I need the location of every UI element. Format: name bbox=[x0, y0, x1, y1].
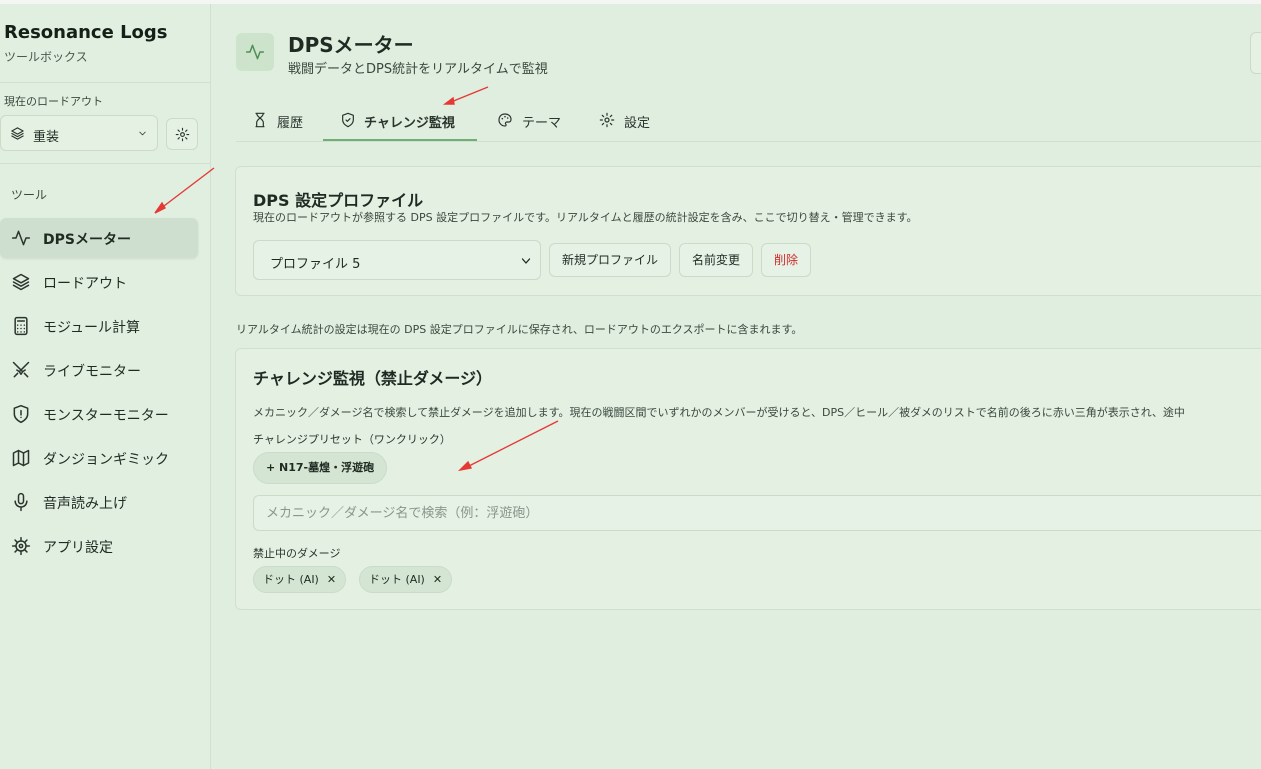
header-action-button[interactable] bbox=[1250, 32, 1261, 74]
sidebar-item-label: DPSメーター bbox=[43, 232, 131, 248]
sidebar-item-label: モンスターモニター bbox=[43, 408, 169, 424]
dps-profile-card: DPS 設定プロファイル 現在のロードアウトが参照する DPS 設定プロファイル… bbox=[235, 166, 1261, 296]
tab-history[interactable]: 履歴 bbox=[252, 101, 312, 141]
rename-profile-button[interactable]: 名前変更 bbox=[679, 243, 753, 277]
banned-damage-tag: ドット (AI) ✕ bbox=[253, 566, 347, 593]
tab-label: 設定 bbox=[624, 116, 651, 131]
page-subtitle: 戦闘データとDPS統計をリアルタイムで監視 bbox=[288, 62, 548, 77]
gear-icon bbox=[175, 127, 190, 142]
page-icon bbox=[236, 33, 274, 71]
preset-chip[interactable]: + N17-墓煌・浮遊砲 bbox=[253, 452, 388, 484]
cog-icon bbox=[11, 536, 31, 556]
sidebar-item-live-monitor[interactable]: ライブモニター bbox=[0, 350, 198, 390]
loadout-select[interactable]: 重装 bbox=[0, 115, 158, 151]
sidebar-item-label: 音声読み上げ bbox=[43, 496, 127, 512]
card-title: DPS 設定プロファイル bbox=[253, 191, 424, 210]
sidebar-item-label: ロードアウト bbox=[43, 276, 127, 292]
layers-icon bbox=[12, 273, 30, 291]
layers-icon bbox=[11, 127, 24, 140]
sidebar-divider bbox=[0, 163, 210, 164]
banned-damage-label: 禁止中のダメージ bbox=[253, 547, 341, 560]
banned-damage-tag: ドット (AI) ✕ bbox=[359, 566, 453, 593]
delete-profile-button[interactable]: 削除 bbox=[761, 243, 811, 277]
activity-icon bbox=[245, 44, 265, 60]
tools-section-label: ツール bbox=[11, 188, 48, 202]
hourglass-icon bbox=[255, 112, 265, 128]
tab-theme[interactable]: テーマ bbox=[497, 101, 577, 141]
calculator-icon bbox=[14, 316, 28, 336]
shield-check-icon bbox=[342, 112, 354, 128]
loadout-label: 現在のロードアウト bbox=[4, 95, 103, 108]
sidebar-item-label: ライブモニター bbox=[43, 364, 141, 380]
page-title: DPSメーター bbox=[288, 33, 414, 57]
sidebar-item-loadout[interactable]: ロードアウト bbox=[0, 262, 198, 302]
tab-label: チャレンジ監視 bbox=[364, 116, 455, 131]
sidebar-item-dps-meter[interactable]: DPSメーター bbox=[0, 218, 198, 258]
remove-tag-icon[interactable]: ✕ bbox=[327, 573, 336, 586]
banned-damage-tag-label: ドット (AI) bbox=[369, 573, 425, 586]
mic-icon bbox=[14, 492, 28, 512]
profile-select[interactable]: プロファイル 5 bbox=[253, 240, 541, 280]
new-profile-button[interactable]: 新規プロファイル bbox=[549, 243, 671, 277]
profile-note: リアルタイム統計の設定は現在の DPS 設定プロファイルに保存され、ロードアウト… bbox=[236, 323, 803, 336]
sidebar-divider bbox=[0, 82, 210, 83]
card-title: チャレンジ監視（禁止ダメージ） bbox=[253, 369, 493, 388]
sidebar-item-app-settings[interactable]: アプリ設定 bbox=[0, 526, 198, 566]
app-subtitle: ツールボックス bbox=[4, 50, 88, 64]
chevron-down-icon bbox=[139, 131, 146, 136]
loadout-select-value: 重装 bbox=[33, 130, 60, 145]
sidebar-item-voice-readout[interactable]: 音声読み上げ bbox=[0, 482, 198, 522]
tab-label: テーマ bbox=[522, 116, 562, 131]
gear-icon bbox=[599, 112, 615, 128]
tab-settings[interactable]: 設定 bbox=[599, 101, 659, 141]
swords-icon bbox=[12, 361, 30, 378]
tab-challenge-monitor[interactable]: チャレンジ監視 bbox=[323, 101, 477, 141]
tab-label: 履歴 bbox=[277, 116, 304, 131]
challenge-monitor-card: チャレンジ監視（禁止ダメージ） メカニック／ダメージ名で検索して禁止ダメージを追… bbox=[235, 348, 1261, 610]
loadout-settings-button[interactable] bbox=[166, 118, 198, 150]
tabs-divider bbox=[236, 141, 1261, 142]
annotation-arrow bbox=[450, 86, 489, 103]
damage-search-input[interactable] bbox=[253, 495, 1261, 531]
palette-icon bbox=[498, 113, 512, 127]
app-title: Resonance Logs bbox=[4, 22, 168, 43]
banned-damage-tag-label: ドット (AI) bbox=[263, 573, 319, 586]
activity-icon bbox=[11, 230, 31, 246]
chevron-down-icon bbox=[521, 258, 531, 264]
sidebar-item-dungeon-gimmick[interactable]: ダンジョンギミック bbox=[0, 438, 198, 478]
preset-label: チャレンジプリセット（ワンクリック） bbox=[253, 433, 451, 446]
shield-alert-icon bbox=[13, 404, 29, 424]
sidebar-item-label: モジュール計算 bbox=[43, 320, 141, 336]
map-icon bbox=[12, 449, 30, 467]
sidebar-item-label: アプリ設定 bbox=[43, 540, 113, 556]
sidebar-item-monster-monitor[interactable]: モンスターモニター bbox=[0, 394, 198, 434]
sidebar-item-label: ダンジョンギミック bbox=[43, 452, 169, 468]
profile-select-value: プロファイル 5 bbox=[270, 257, 361, 272]
card-description: 現在のロードアウトが参照する DPS 設定プロファイルです。リアルタイムと履歴の… bbox=[253, 211, 918, 224]
sidebar-item-module-calc[interactable]: モジュール計算 bbox=[0, 306, 198, 346]
card-description: メカニック／ダメージ名で検索して禁止ダメージを追加します。現在の戦闘区間でいずれ… bbox=[253, 406, 1185, 419]
remove-tag-icon[interactable]: ✕ bbox=[433, 573, 442, 586]
